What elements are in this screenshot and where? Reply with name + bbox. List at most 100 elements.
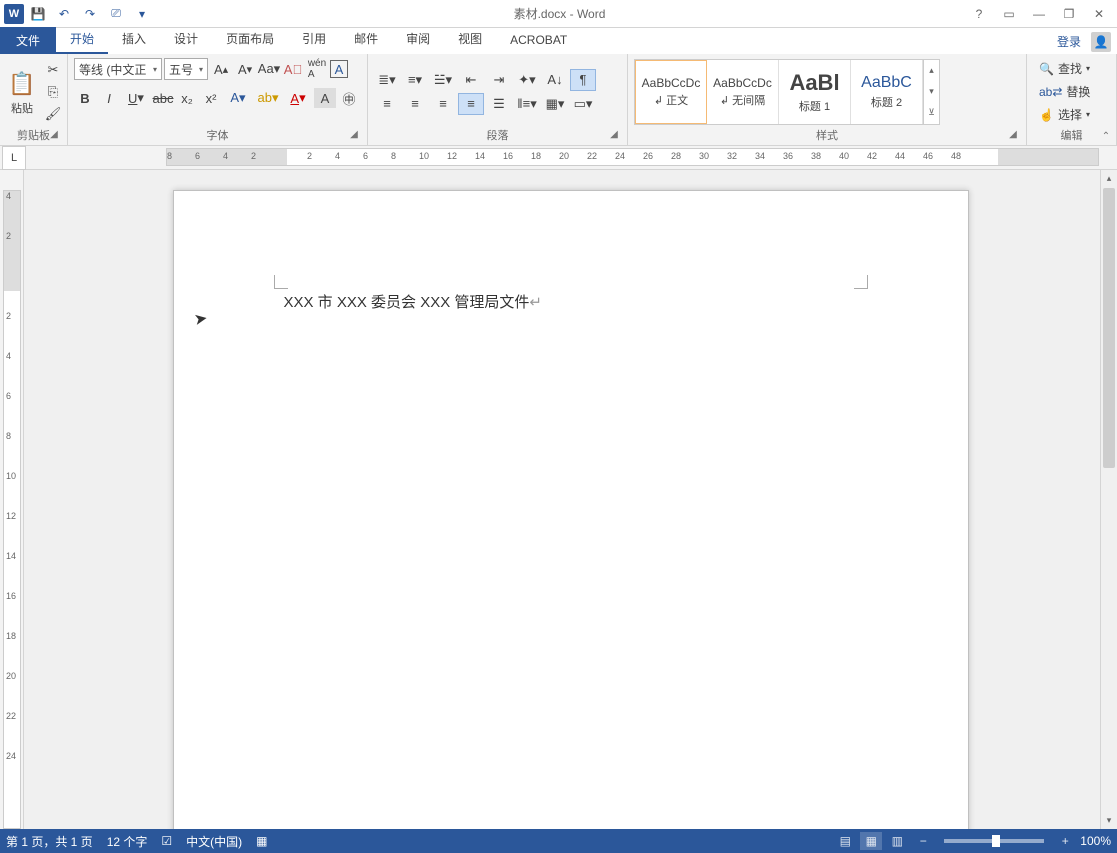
styles-dialog-launcher[interactable]: ◢ bbox=[1006, 129, 1020, 143]
status-macro[interactable]: ▦ bbox=[256, 834, 267, 848]
char-border-button[interactable]: A bbox=[330, 60, 348, 78]
distribute-button[interactable]: ☰ bbox=[486, 93, 512, 115]
status-word-count[interactable]: 12 个字 bbox=[107, 833, 148, 850]
tab-mailings[interactable]: 邮件 bbox=[340, 25, 392, 54]
underline-button[interactable]: U▾ bbox=[122, 88, 150, 108]
format-painter-button[interactable]: 🖌 bbox=[42, 104, 64, 124]
status-language[interactable]: 中文(中国) bbox=[186, 833, 242, 850]
justify-button[interactable]: ≡ bbox=[458, 93, 484, 115]
qat-customize-button[interactable]: ▾ bbox=[130, 2, 154, 26]
text-effects-button[interactable]: A▾ bbox=[224, 88, 252, 108]
grow-font-button[interactable]: A▴ bbox=[210, 59, 232, 79]
paragraph-dialog-launcher[interactable]: ◢ bbox=[607, 129, 621, 143]
multilevel-button[interactable]: ☱▾ bbox=[430, 69, 456, 91]
view-read-button[interactable]: ▤ bbox=[834, 832, 856, 850]
show-marks-button[interactable]: ¶ bbox=[570, 69, 596, 91]
tab-references[interactable]: 引用 bbox=[288, 25, 340, 54]
login-link[interactable]: 登录 bbox=[1051, 29, 1087, 54]
undo-button[interactable]: ↶ bbox=[52, 2, 76, 26]
shading-button[interactable]: ▦▾ bbox=[542, 93, 568, 115]
vertical-ruler[interactable]: 4224681012141618202224 bbox=[3, 190, 21, 829]
save-button[interactable]: 💾 bbox=[26, 2, 50, 26]
user-icon[interactable]: 👤 bbox=[1091, 32, 1111, 52]
tab-review[interactable]: 审阅 bbox=[392, 25, 444, 54]
line-spacing-button[interactable]: ‖≡▾ bbox=[514, 93, 540, 115]
restore-button[interactable]: ❐ bbox=[1055, 3, 1083, 25]
collapse-ribbon-button[interactable]: ⌃ bbox=[1097, 129, 1115, 143]
bullets-button[interactable]: ≣▾ bbox=[374, 69, 400, 91]
numbering-button[interactable]: ≡▾ bbox=[402, 69, 428, 91]
char-shading-button[interactable]: A bbox=[314, 88, 336, 108]
subscript-button[interactable]: x₂ bbox=[176, 88, 198, 108]
font-color-button[interactable]: A▾ bbox=[284, 88, 312, 108]
clipboard-dialog-launcher[interactable]: ◢ bbox=[47, 129, 61, 143]
copy-button[interactable]: ⎘ bbox=[42, 82, 64, 102]
shrink-font-button[interactable]: A▾ bbox=[234, 59, 256, 79]
style-no-spacing[interactable]: AaBbCcDc ↲ 无间隔 bbox=[707, 60, 779, 124]
paste-button[interactable]: 📋 粘贴 bbox=[6, 59, 38, 125]
ribbon-display-button[interactable]: ▭ bbox=[995, 3, 1023, 25]
help-button[interactable]: ? bbox=[965, 3, 993, 25]
tab-design[interactable]: 设计 bbox=[160, 25, 212, 54]
scroll-up-button[interactable]: ▴ bbox=[1101, 170, 1117, 187]
view-print-button[interactable]: ▦ bbox=[860, 832, 882, 850]
style-heading1[interactable]: AaBl 标题 1 bbox=[779, 60, 851, 124]
font-name-combo[interactable]: 等线 (中文正▾ bbox=[74, 58, 162, 80]
status-page[interactable]: 第 1 页，共 1 页 bbox=[6, 833, 93, 850]
horizontal-ruler[interactable]: 8642246810121416182022242628303234363840… bbox=[166, 148, 1099, 166]
tab-layout[interactable]: 页面布局 bbox=[212, 25, 288, 54]
styles-up-button[interactable]: ▴ bbox=[924, 60, 939, 81]
font-size-combo[interactable]: 五号▾ bbox=[164, 58, 208, 80]
sort-button[interactable]: A↓ bbox=[542, 69, 568, 91]
align-center-button[interactable]: ≡ bbox=[402, 93, 428, 115]
minimize-button[interactable]: — bbox=[1025, 3, 1053, 25]
scroll-down-button[interactable]: ▾ bbox=[1101, 812, 1117, 829]
italic-button[interactable]: I bbox=[98, 88, 120, 108]
close-button[interactable]: ✕ bbox=[1085, 3, 1113, 25]
clear-format-button[interactable]: A⃠ bbox=[282, 59, 304, 79]
align-left-button[interactable]: ≡ bbox=[374, 93, 400, 115]
align-right-button[interactable]: ≡ bbox=[430, 93, 456, 115]
zoom-level[interactable]: 100% bbox=[1080, 834, 1111, 848]
page[interactable]: ➤ XXX 市 XXX 委员会 XXX 管理局文件↵ bbox=[173, 190, 969, 829]
highlight-button[interactable]: ab▾ bbox=[254, 88, 282, 108]
enclose-char-button[interactable]: ㊥ bbox=[338, 88, 360, 108]
vertical-scrollbar[interactable]: ▴ ▾ bbox=[1100, 170, 1117, 829]
select-button[interactable]: ☝选择▾ bbox=[1033, 104, 1096, 125]
page-scroll[interactable]: ➤ XXX 市 XXX 委员会 XXX 管理局文件↵ bbox=[24, 170, 1117, 829]
zoom-slider[interactable] bbox=[944, 839, 1044, 843]
style-heading2[interactable]: AaBbC 标题 2 bbox=[851, 60, 923, 124]
tab-insert[interactable]: 插入 bbox=[108, 25, 160, 54]
style-normal[interactable]: AaBbCcDc ↲ 正文 bbox=[635, 60, 707, 124]
asian-layout-button[interactable]: ✦▾ bbox=[514, 69, 540, 91]
increase-indent-button[interactable]: ⇥ bbox=[486, 69, 512, 91]
strike-button[interactable]: abc bbox=[152, 88, 174, 108]
find-button[interactable]: 🔍查找▾ bbox=[1033, 58, 1096, 79]
styles-down-button[interactable]: ▾ bbox=[924, 81, 939, 102]
status-spellcheck[interactable]: ☑ bbox=[161, 834, 172, 848]
bold-button[interactable]: B bbox=[74, 88, 96, 108]
zoom-slider-knob[interactable] bbox=[992, 835, 1000, 847]
tab-file[interactable]: 文件 bbox=[0, 27, 56, 54]
document-body-text[interactable]: XXX 市 XXX 委员会 XXX 管理局文件↵ bbox=[284, 291, 858, 312]
zoom-in-button[interactable]: + bbox=[1054, 832, 1076, 850]
cut-button[interactable]: ✂ bbox=[42, 60, 64, 80]
replace-button[interactable]: ab⇄替换 bbox=[1033, 81, 1096, 102]
view-web-button[interactable]: ▥ bbox=[886, 832, 908, 850]
change-case-button[interactable]: Aa▾ bbox=[258, 59, 280, 79]
superscript-button[interactable]: x² bbox=[200, 88, 222, 108]
styles-more-button[interactable]: ⊻ bbox=[924, 102, 939, 123]
touch-mode-button[interactable]: ⎚ bbox=[104, 2, 128, 26]
scrollbar-thumb[interactable] bbox=[1103, 188, 1115, 468]
decrease-indent-button[interactable]: ⇤ bbox=[458, 69, 484, 91]
phonetic-button[interactable]: wénA bbox=[306, 59, 328, 79]
tab-acrobat[interactable]: ACROBAT bbox=[496, 28, 581, 54]
tab-stop-selector[interactable]: L bbox=[2, 146, 26, 170]
tab-view[interactable]: 视图 bbox=[444, 25, 496, 54]
redo-button[interactable]: ↷ bbox=[78, 2, 102, 26]
zoom-out-button[interactable]: − bbox=[912, 832, 934, 850]
borders-button[interactable]: ▭▾ bbox=[570, 93, 596, 115]
chevron-down-icon: ▾ bbox=[199, 65, 203, 74]
tab-home[interactable]: 开始 bbox=[56, 25, 108, 54]
font-dialog-launcher[interactable]: ◢ bbox=[347, 129, 361, 143]
